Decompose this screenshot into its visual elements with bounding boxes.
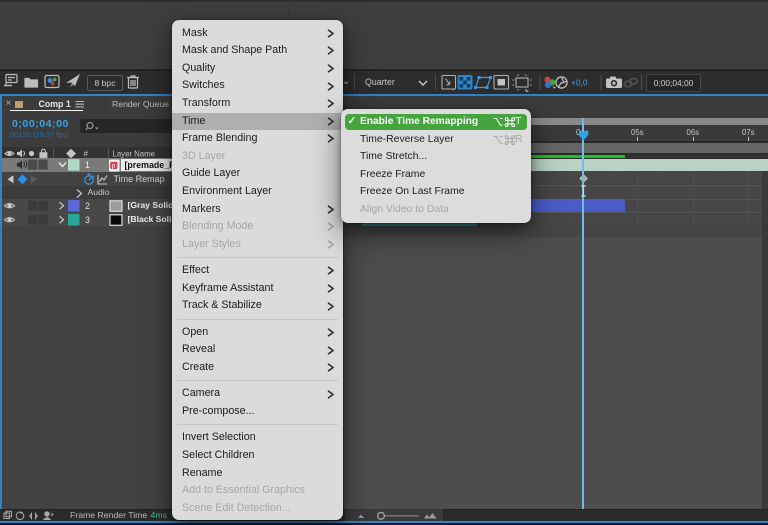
svg-text:p: p bbox=[112, 163, 116, 170]
svg-text:1: 1 bbox=[85, 160, 90, 170]
svg-text:2: 2 bbox=[85, 201, 90, 211]
svg-text:+0,0: +0,0 bbox=[571, 78, 588, 88]
svg-text:Layer Name: Layer Name bbox=[113, 149, 155, 158]
svg-text:3: 3 bbox=[85, 215, 90, 225]
svg-text:#: # bbox=[84, 149, 89, 158]
